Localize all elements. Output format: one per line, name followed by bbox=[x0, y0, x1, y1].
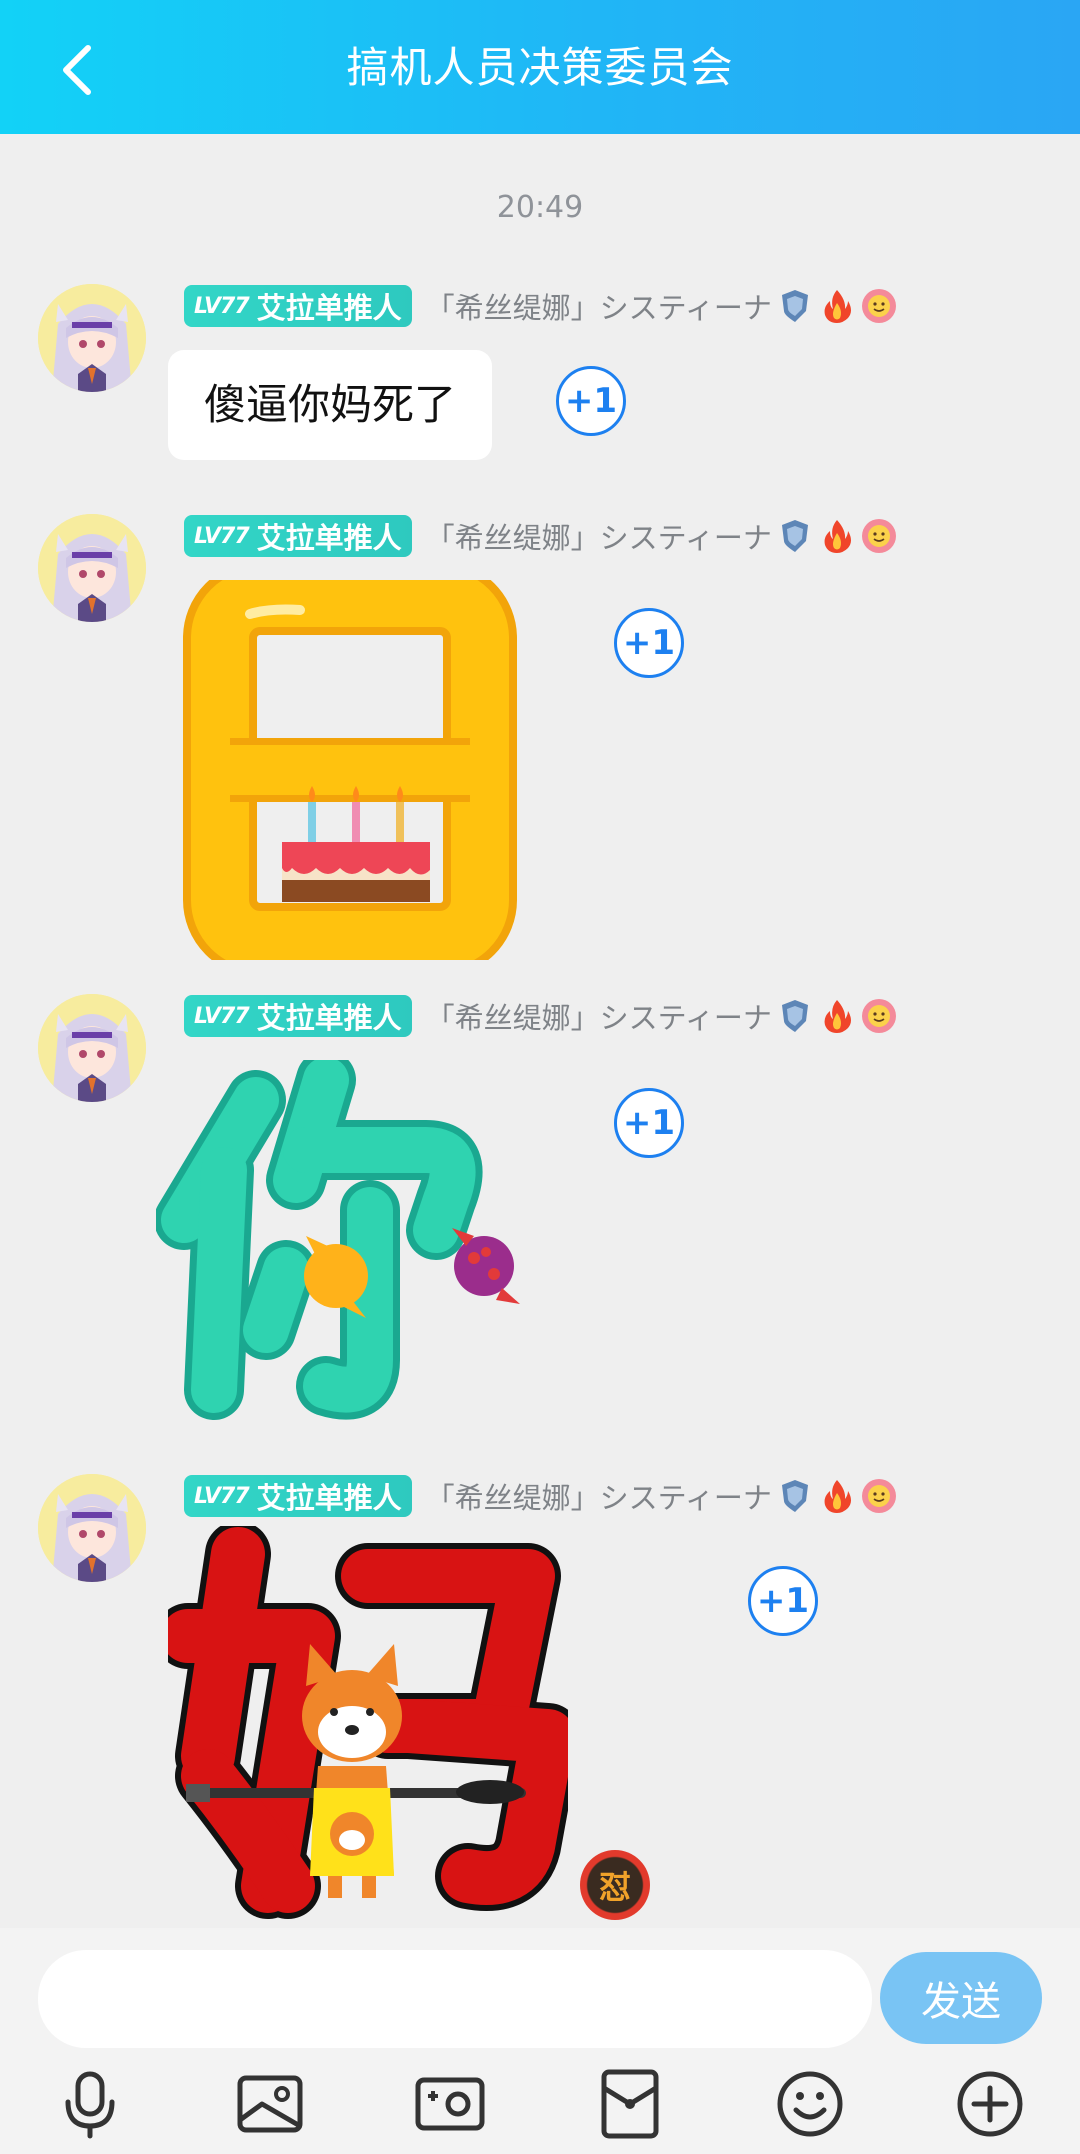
flower-face-icon bbox=[861, 289, 896, 323]
flame-icon bbox=[824, 1000, 851, 1033]
red-packet-icon[interactable] bbox=[590, 2064, 670, 2144]
avatar[interactable] bbox=[38, 1474, 146, 1582]
role-text: 艾拉单推人 bbox=[256, 1001, 402, 1035]
sender-name[interactable]: 「希丝缇娜」システィーナ bbox=[426, 515, 772, 557]
chat-header: 搞机人员决策委员会 bbox=[0, 0, 1080, 134]
shield-medal-icon bbox=[781, 520, 808, 552]
role-text: 艾拉单推人 bbox=[256, 291, 402, 325]
level-text: LV77 bbox=[194, 293, 250, 319]
message-timestamp: 20:49 bbox=[496, 190, 584, 225]
avatar[interactable] bbox=[38, 994, 146, 1102]
emoji-icon[interactable] bbox=[770, 2064, 850, 2144]
microphone-icon[interactable] bbox=[50, 2064, 130, 2144]
avatar[interactable] bbox=[38, 284, 146, 392]
level-text: LV77 bbox=[194, 523, 250, 549]
flame-icon bbox=[824, 520, 851, 553]
anime-avatar-image bbox=[38, 284, 146, 392]
flower-face-icon bbox=[861, 999, 896, 1033]
plus-icon[interactable] bbox=[950, 2064, 1030, 2144]
sticker-ma[interactable]: 妈 bbox=[168, 1526, 568, 1946]
shield-medal-icon bbox=[781, 290, 808, 322]
camera-icon[interactable] bbox=[410, 2064, 490, 2144]
plus-one-button[interactable]: +1 bbox=[614, 608, 684, 678]
image-icon[interactable] bbox=[230, 2064, 310, 2144]
level-text: LV77 bbox=[194, 1003, 250, 1029]
flower-face-icon bbox=[861, 1479, 896, 1513]
anime-avatar-image bbox=[38, 994, 146, 1102]
level-text: LV77 bbox=[194, 1483, 250, 1509]
send-button[interactable]: 发送 bbox=[880, 1952, 1042, 2044]
chat-title: 搞机人员决策委员会 bbox=[346, 43, 734, 92]
message-input[interactable] bbox=[38, 1950, 872, 2048]
plus-one-button[interactable]: +1 bbox=[556, 366, 626, 436]
shield-medal-icon bbox=[781, 1000, 808, 1032]
anime-avatar-image bbox=[38, 514, 146, 622]
level-badge: LV77 艾拉单推人 bbox=[184, 285, 412, 327]
role-text: 艾拉单推人 bbox=[256, 1481, 402, 1515]
flame-icon bbox=[824, 290, 851, 323]
sender-meta: LV77 艾拉单推人 「希丝缇娜」システィーナ bbox=[184, 284, 898, 328]
sender-meta: LV77 艾拉单推人 「希丝缇娜」システィーナ bbox=[184, 514, 898, 558]
avatar[interactable] bbox=[38, 514, 146, 622]
flame-icon bbox=[824, 1480, 851, 1513]
flower-face-icon bbox=[861, 519, 896, 553]
sender-name[interactable]: 「希丝缇娜」システィーナ bbox=[426, 285, 772, 327]
sticker-ri[interactable]: 日 bbox=[160, 580, 520, 960]
shield-medal-icon bbox=[781, 1480, 808, 1512]
sender-meta: LV77 艾拉单推人 「希丝缇娜」システィーナ bbox=[184, 1474, 898, 1518]
sticker-ni[interactable]: 你 bbox=[156, 1060, 546, 1440]
level-badge: LV77 艾拉单推人 bbox=[184, 515, 412, 557]
sender-name[interactable]: 「希丝缇娜」システィーナ bbox=[426, 995, 772, 1037]
message-bubble[interactable]: 傻逼你妈死了 bbox=[168, 350, 493, 460]
anime-avatar-image bbox=[38, 1474, 146, 1582]
plus-one-button[interactable]: +1 bbox=[748, 1566, 818, 1636]
sender-name[interactable]: 「希丝缇娜」システィーナ bbox=[426, 1475, 772, 1517]
reaction-badge[interactable]: 怼 bbox=[580, 1850, 650, 1920]
plus-one-button[interactable]: +1 bbox=[614, 1088, 684, 1158]
input-bar: 发送 bbox=[0, 1928, 1080, 2154]
level-badge: LV77 艾拉单推人 bbox=[184, 1475, 412, 1517]
level-badge: LV77 艾拉单推人 bbox=[184, 995, 412, 1037]
sender-meta: LV77 艾拉单推人 「希丝缇娜」システィーナ bbox=[184, 994, 898, 1038]
role-text: 艾拉单推人 bbox=[256, 521, 402, 555]
